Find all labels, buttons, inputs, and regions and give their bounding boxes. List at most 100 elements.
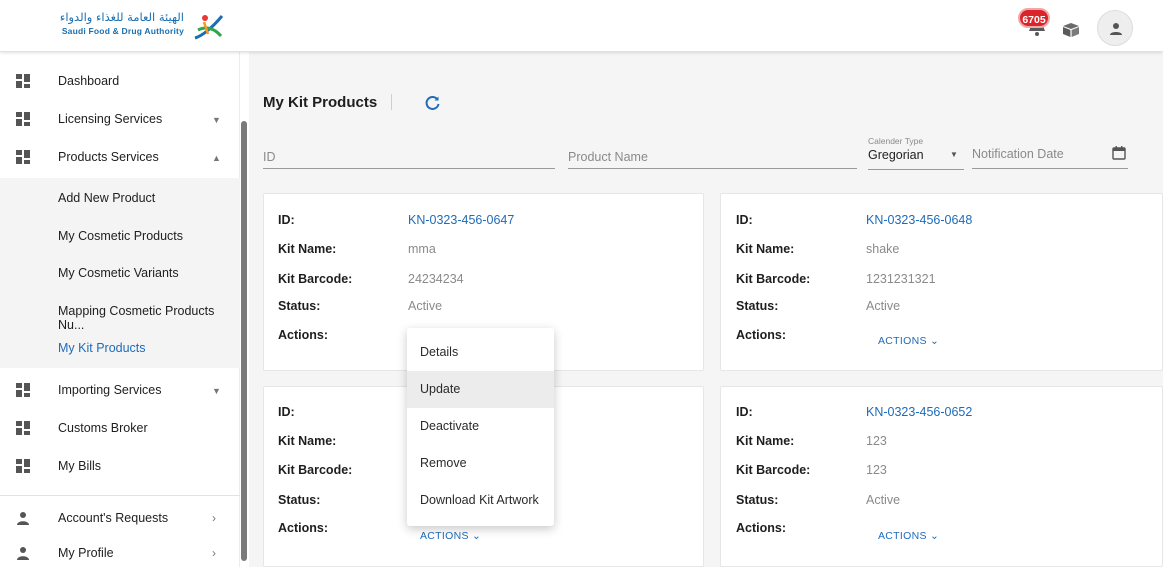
person-icon bbox=[17, 547, 29, 560]
calendar-icon[interactable] bbox=[1112, 146, 1126, 160]
kit-product-card: ID: KN-0323-456-0648 Kit Name: shake Kit… bbox=[720, 193, 1163, 371]
logo-english-text: Saudi Food & Drug Authority bbox=[61, 26, 184, 36]
status-value: Active bbox=[408, 299, 443, 313]
kit-name-label: Kit Name: bbox=[278, 434, 337, 448]
kit-name-value: mma bbox=[408, 242, 436, 256]
id-filter-input[interactable] bbox=[263, 140, 555, 168]
sidebar-item-label: Dashboard bbox=[58, 74, 120, 88]
kit-name-label: Kit Name: bbox=[736, 242, 795, 256]
calendar-type-label: Calender Type bbox=[868, 136, 924, 146]
chevron-right-icon: › bbox=[212, 546, 216, 560]
dashboard-icon bbox=[16, 74, 30, 88]
sidebar-item-label: Customs Broker bbox=[58, 421, 148, 435]
chevron-down-icon: ⌄ bbox=[930, 530, 940, 542]
chevron-down-icon: ▼ bbox=[212, 115, 221, 125]
status-label: Status: bbox=[278, 493, 321, 507]
kit-barcode-label: Kit Barcode: bbox=[278, 463, 353, 477]
menu-item-details[interactable]: Details bbox=[407, 334, 554, 371]
kit-id-link[interactable]: KN-0323-456-0647 bbox=[408, 213, 514, 227]
person-icon bbox=[17, 512, 29, 525]
kit-name-label: Kit Name: bbox=[278, 242, 337, 256]
kit-barcode-value: 123 bbox=[866, 463, 887, 477]
kit-product-card: ID: KN-0323-456-0652 Kit Name: 123 Kit B… bbox=[720, 386, 1163, 567]
status-label: Status: bbox=[736, 493, 779, 507]
menu-item-download-kit-artwork[interactable]: Download Kit Artwork bbox=[407, 482, 554, 519]
sidebar-item-label: Licensing Services bbox=[58, 112, 163, 126]
sidebar-item-importing-services[interactable]: Importing Services ▼ bbox=[0, 371, 240, 409]
dropdown-arrow-icon: ▼ bbox=[950, 150, 958, 159]
sidebar-item-customs-broker[interactable]: Customs Broker bbox=[0, 409, 240, 447]
chevron-up-icon: ▲ bbox=[212, 153, 221, 163]
actions-label: Actions: bbox=[736, 328, 786, 342]
user-avatar[interactable] bbox=[1097, 10, 1133, 46]
kit-barcode-label: Kit Barcode: bbox=[278, 272, 353, 286]
sidebar-item-licensing-services[interactable]: Licensing Services ▼ bbox=[0, 100, 240, 138]
calendar-type-select[interactable]: Gregorian ▼ bbox=[868, 148, 964, 170]
actions-dropdown-button[interactable]: ACTIONS ⌄ bbox=[420, 530, 481, 542]
refresh-icon[interactable] bbox=[425, 95, 441, 111]
submenu-item-add-new-product[interactable]: Add New Product bbox=[58, 191, 155, 205]
dashboard-icon bbox=[16, 112, 30, 126]
menu-item-remove[interactable]: Remove bbox=[407, 445, 554, 482]
notification-date-field[interactable]: Notification Date bbox=[972, 140, 1128, 169]
actions-button-label: ACTIONS bbox=[420, 530, 469, 542]
sidebar-item-my-profile[interactable]: My Profile › bbox=[0, 534, 240, 567]
sidebar-item-label: Importing Services bbox=[58, 383, 162, 397]
page-title: My Kit Products bbox=[263, 94, 378, 111]
sidebar-item-accounts-requests[interactable]: Account's Requests › bbox=[0, 499, 240, 537]
id-filter-field[interactable] bbox=[263, 140, 555, 169]
kit-barcode-label: Kit Barcode: bbox=[736, 272, 811, 286]
kit-id-link[interactable]: KN-0323-456-0648 bbox=[866, 213, 972, 227]
chevron-down-icon: ▼ bbox=[212, 386, 221, 396]
top-header: الهيئة العامة للغذاء والدواء Saudi Food … bbox=[0, 0, 1163, 52]
actions-label: Actions: bbox=[736, 521, 786, 535]
menu-item-update[interactable]: Update bbox=[407, 371, 554, 408]
sidebar-item-products-services[interactable]: Products Services ▲ bbox=[0, 138, 240, 176]
sidebar-item-dashboard[interactable]: Dashboard bbox=[0, 62, 240, 100]
title-divider bbox=[391, 94, 392, 110]
actions-button-label: ACTIONS bbox=[878, 335, 927, 347]
dashboard-icon bbox=[16, 459, 30, 473]
sfda-logo-mark-icon bbox=[194, 15, 224, 40]
id-label: ID: bbox=[278, 213, 295, 227]
actions-menu: Details Update Deactivate Remove Downloa… bbox=[407, 328, 554, 526]
kit-name-value: 123 bbox=[866, 434, 887, 448]
id-label: ID: bbox=[278, 405, 295, 419]
submenu-item-my-cosmetic-variants[interactable]: My Cosmetic Variants bbox=[58, 266, 179, 280]
dashboard-icon bbox=[16, 150, 30, 164]
actions-label: Actions: bbox=[278, 328, 328, 342]
kit-id-link[interactable]: KN-0323-456-0652 bbox=[866, 405, 972, 419]
kit-barcode-label: Kit Barcode: bbox=[736, 463, 811, 477]
actions-dropdown-button[interactable]: ACTIONS ⌄ bbox=[878, 335, 939, 347]
sidebar: Dashboard Licensing Services ▼ Products … bbox=[0, 52, 240, 567]
actions-button-label: ACTIONS bbox=[878, 530, 927, 542]
sfda-logo[interactable]: الهيئة العامة للغذاء والدواء Saudi Food … bbox=[44, 10, 234, 44]
package-icon[interactable] bbox=[1061, 22, 1081, 38]
product-name-input[interactable] bbox=[568, 140, 857, 168]
status-label: Status: bbox=[736, 299, 779, 313]
menu-item-deactivate[interactable]: Deactivate bbox=[407, 408, 554, 445]
sidebar-item-label: Products Services bbox=[58, 150, 159, 164]
submenu-item-my-kit-products[interactable]: My Kit Products bbox=[58, 341, 146, 355]
actions-dropdown-button[interactable]: ACTIONS ⌄ bbox=[878, 530, 939, 542]
status-value: Active bbox=[866, 299, 901, 313]
product-name-filter-field[interactable] bbox=[568, 140, 857, 169]
chevron-right-icon: › bbox=[212, 511, 216, 525]
submenu-item-mapping-cosmetic-products[interactable]: Mapping Cosmetic Products Nu... bbox=[58, 304, 239, 332]
sidebar-divider bbox=[0, 495, 240, 496]
sidebar-item-label: Account's Requests bbox=[58, 511, 169, 525]
submenu-item-my-cosmetic-products[interactable]: My Cosmetic Products bbox=[58, 229, 183, 243]
kit-barcode-value: 1231231321 bbox=[866, 272, 936, 286]
status-label: Status: bbox=[278, 299, 321, 313]
notification-date-placeholder: Notification Date bbox=[972, 147, 1064, 161]
status-value: Active bbox=[866, 493, 901, 507]
id-label: ID: bbox=[736, 213, 753, 227]
sidebar-scrollbar-thumb[interactable] bbox=[241, 121, 247, 561]
logo-arabic-text: الهيئة العامة للغذاء والدواء bbox=[59, 10, 184, 24]
dashboard-icon bbox=[16, 421, 30, 435]
calendar-type-value: Gregorian bbox=[868, 148, 924, 162]
kit-name-value: shake bbox=[866, 242, 900, 256]
dashboard-icon bbox=[16, 383, 30, 397]
sidebar-item-my-bills[interactable]: My Bills bbox=[0, 447, 240, 485]
actions-label: Actions: bbox=[278, 521, 328, 535]
